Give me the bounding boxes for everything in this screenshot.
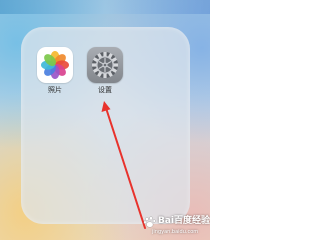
watermark-url: jingyan.baidu.com: [152, 229, 199, 235]
red-arrow-annotation: [101, 101, 146, 229]
paw-logo-icon: [143, 216, 156, 228]
baidu-jingyan-watermark: Bai百度经验 jingyan.baidu.com: [143, 214, 210, 238]
watermark-title: Bai百度经验: [158, 216, 210, 226]
home-screen: 照片 设置 Bai百度经验 jingyan.baidu.com: [0, 0, 210, 240]
